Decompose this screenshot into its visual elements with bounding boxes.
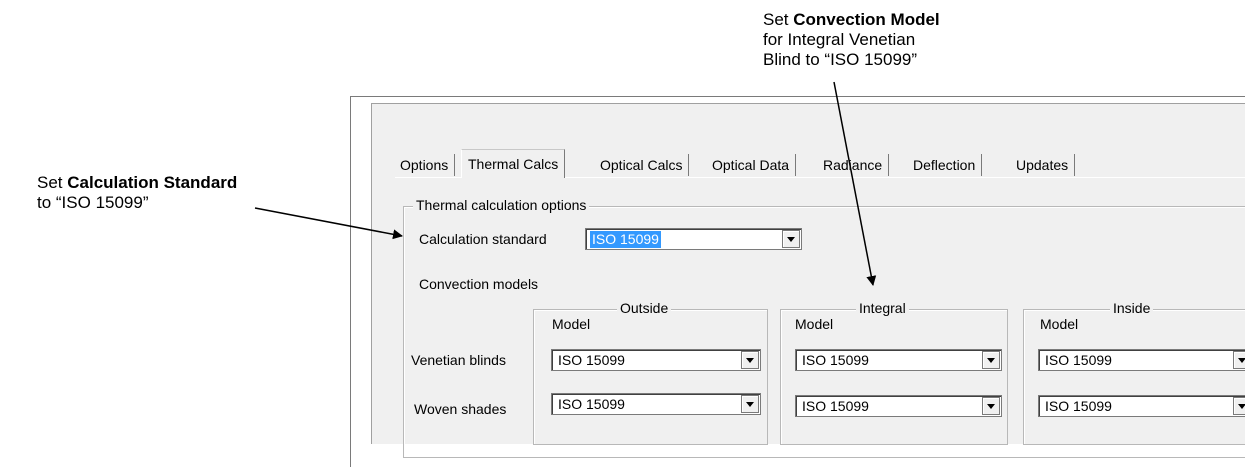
annotation-text: Blind to “ISO 15099” <box>763 50 918 69</box>
tab-label: Updates <box>1016 157 1069 173</box>
annotation-bold-text: Convection Model <box>793 10 940 29</box>
integral-woven-select[interactable]: ISO 15099 <box>795 395 1002 417</box>
inside-venetian-select[interactable]: ISO 15099 <box>1038 349 1245 371</box>
venetian-blinds-label: Venetian blinds <box>411 352 506 368</box>
calculation-standard-select[interactable]: ISO 15099 <box>585 228 802 250</box>
tab-radiance[interactable]: Radiance <box>817 154 890 176</box>
annotation-text: Set <box>37 173 68 192</box>
inside-group-title: Inside <box>1110 300 1154 316</box>
chevron-down-icon[interactable] <box>741 351 759 369</box>
chevron-down-icon[interactable] <box>1233 397 1245 415</box>
woven-shades-label: Woven shades <box>414 401 507 417</box>
annotation-text: to “ISO 15099” <box>37 193 149 212</box>
tab-updates[interactable]: Updates <box>1010 154 1076 176</box>
chevron-down-icon[interactable] <box>1233 351 1245 369</box>
tab-label: Deflection <box>913 157 976 173</box>
tab-label: Optical Data <box>712 157 790 173</box>
integral-venetian-select[interactable]: ISO 15099 <box>795 349 1002 371</box>
annotation-text: Set <box>763 10 794 29</box>
annotation-bold-text: Calculation Standard <box>67 173 238 192</box>
chevron-down-icon[interactable] <box>982 397 1000 415</box>
tab-optical-calcs[interactable]: Optical Calcs <box>594 154 690 176</box>
outside-woven-value: ISO 15099 <box>558 396 625 412</box>
thermal-options-group-title: Thermal calculation options <box>413 197 590 213</box>
tab-label: Thermal Calcs <box>468 156 559 172</box>
integral-group-title: Integral <box>856 300 909 316</box>
chevron-down-icon[interactable] <box>782 230 800 248</box>
inside-woven-value: ISO 15099 <box>1045 398 1112 414</box>
tab-thermal-calcs[interactable]: Thermal Calcs <box>461 149 566 178</box>
outside-venetian-select[interactable]: ISO 15099 <box>551 349 761 371</box>
inside-model-label: Model <box>1040 316 1079 332</box>
outside-venetian-value: ISO 15099 <box>558 352 625 368</box>
outside-model-label: Model <box>552 316 591 332</box>
integral-venetian-value: ISO 15099 <box>802 352 869 368</box>
calculation-standard-value: ISO 15099 <box>590 231 661 248</box>
tab-optical-data[interactable]: Optical Data <box>706 154 797 176</box>
chevron-down-icon[interactable] <box>982 351 1000 369</box>
tab-label: Radiance <box>823 157 883 173</box>
inside-woven-select[interactable]: ISO 15099 <box>1038 395 1245 417</box>
inside-venetian-value: ISO 15099 <box>1045 352 1112 368</box>
annotation-calculation-standard: Set Calculation Standard to “ISO 15099” <box>37 173 237 213</box>
outside-woven-select[interactable]: ISO 15099 <box>551 393 761 415</box>
tab-options[interactable]: Options <box>394 154 456 176</box>
tab-label: Options <box>400 157 449 173</box>
tab-label: Optical Calcs <box>600 157 683 173</box>
chevron-down-icon[interactable] <box>741 395 759 413</box>
convection-models-label: Convection models <box>419 276 539 292</box>
calculation-standard-label: Calculation standard <box>419 231 547 247</box>
annotation-convection-model: Set Convection Model for Integral Veneti… <box>763 10 940 70</box>
integral-woven-value: ISO 15099 <box>802 398 869 414</box>
annotation-text: for Integral Venetian <box>763 30 916 49</box>
outside-group-title: Outside <box>617 300 672 316</box>
integral-model-label: Model <box>795 316 834 332</box>
tab-deflection[interactable]: Deflection <box>907 154 983 176</box>
